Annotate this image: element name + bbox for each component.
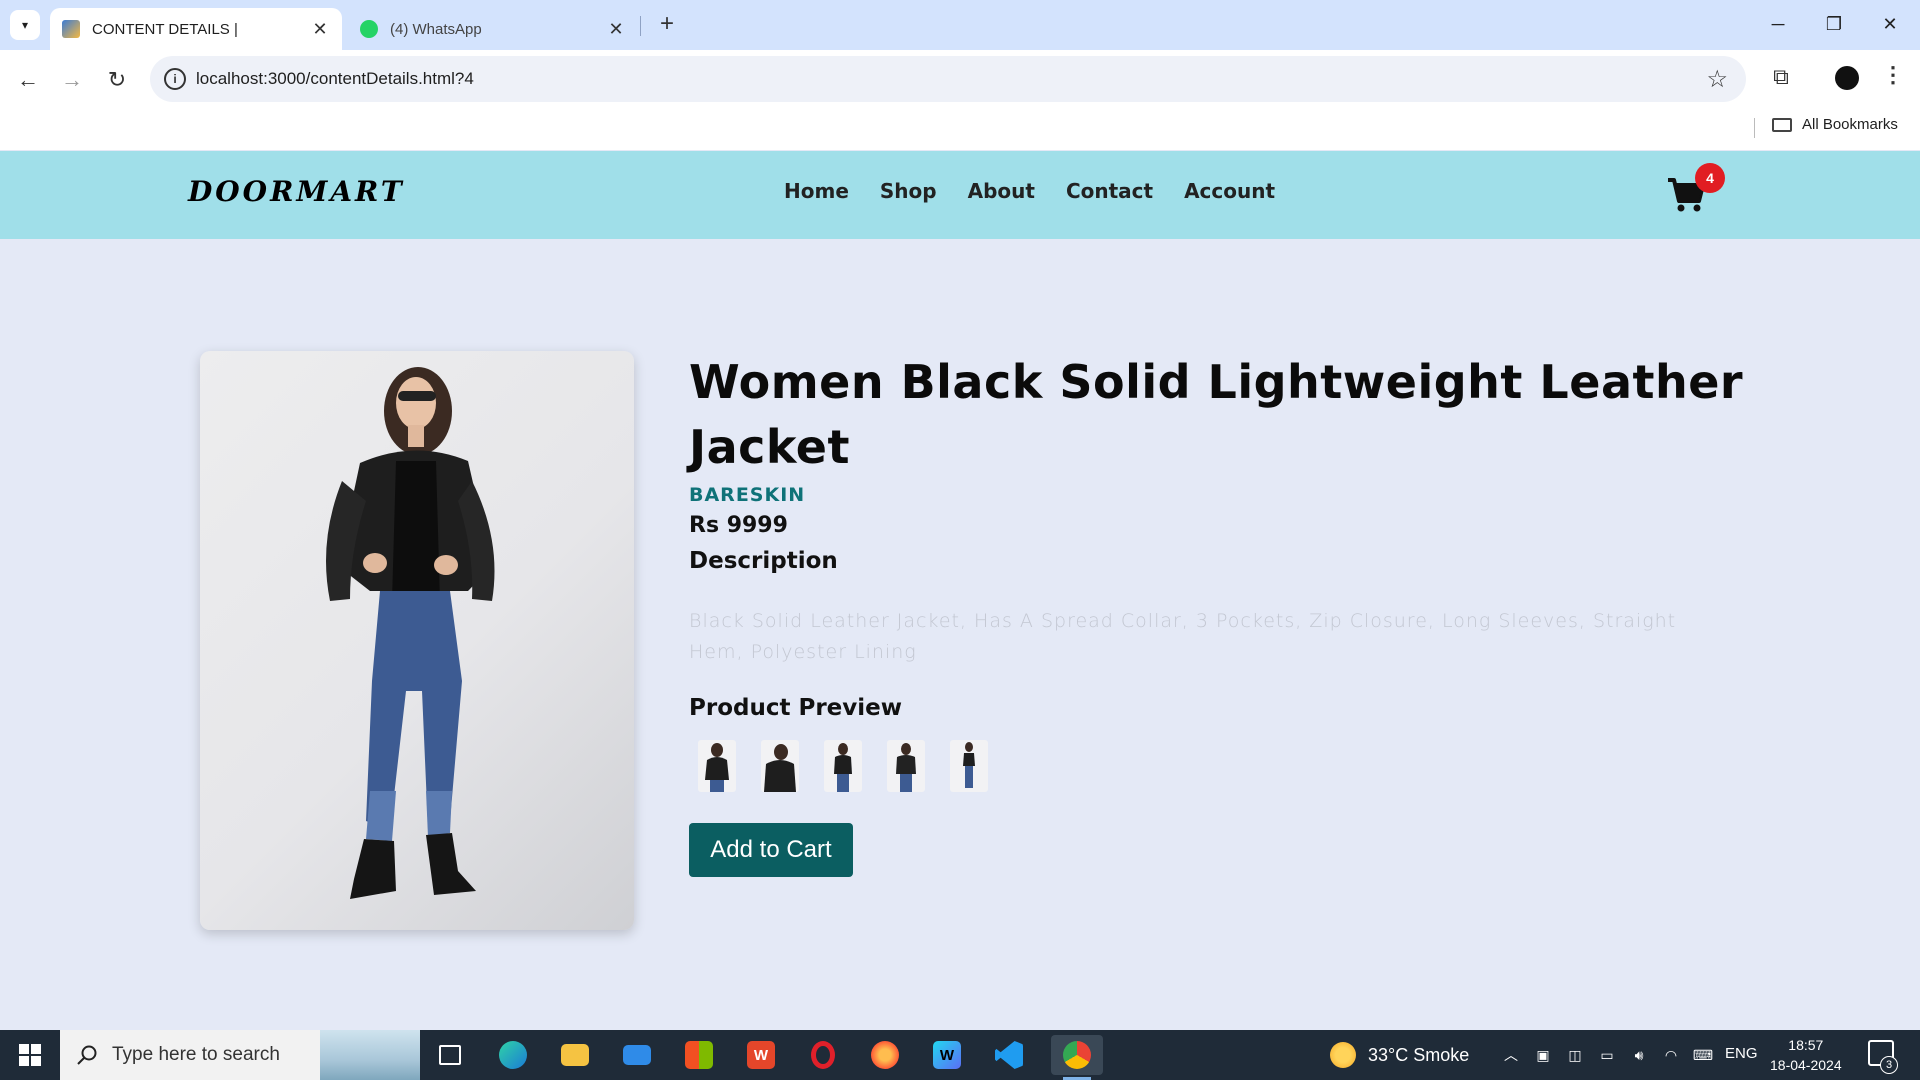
search-highlight-image xyxy=(320,1030,420,1080)
close-window-button[interactable]: ✕ xyxy=(1862,8,1918,40)
product-price: Rs 9999 xyxy=(689,513,788,538)
edge-icon[interactable] xyxy=(493,1035,533,1075)
forward-button[interactable]: → xyxy=(56,64,88,96)
search-icon xyxy=(77,1045,97,1065)
search-placeholder: Type here to search xyxy=(112,1044,280,1065)
product-title: Women Black Solid Lightweight Leather Ja… xyxy=(689,355,1744,474)
site-favicon-icon xyxy=(62,20,80,38)
product-description: Black Solid Leather Jacket, Has A Spread… xyxy=(689,610,1677,663)
back-button[interactable]: ← xyxy=(12,64,44,96)
site-info-icon[interactable]: i xyxy=(164,68,186,90)
all-bookmarks-label: All Bookmarks xyxy=(1802,116,1898,133)
tab-divider xyxy=(640,16,641,36)
address-bar[interactable]: i localhost:3000/contentDetails.html?4 ☆ xyxy=(150,56,1746,102)
browser-tabstrip: ▾ CONTENT DETAILS | ✕ (4) WhatsApp ✕ + ─… xyxy=(0,0,1920,50)
preview-thumbnail[interactable] xyxy=(824,740,862,792)
tab-title: CONTENT DETAILS | xyxy=(92,20,238,38)
browser-menu-icon[interactable]: ⋮ xyxy=(1882,62,1904,92)
opera-icon[interactable] xyxy=(803,1035,843,1075)
taskbar-clock[interactable]: 18:57 18-04-2024 xyxy=(1770,1035,1842,1075)
mail-icon[interactable] xyxy=(617,1035,657,1075)
product-main-image xyxy=(200,351,634,930)
clock-time: 18:57 xyxy=(1788,1037,1824,1053)
url-text[interactable]: localhost:3000/contentDetails.html?4 xyxy=(196,69,474,89)
network-adapter-icon[interactable]: ▣ xyxy=(1534,1046,1552,1064)
bookmarks-divider xyxy=(1754,118,1755,138)
wifi-icon[interactable]: ◠ xyxy=(1662,1046,1680,1064)
tab-title: (4) WhatsApp xyxy=(390,20,482,38)
preview-thumbnails xyxy=(698,740,988,792)
preview-thumbnail[interactable] xyxy=(761,740,799,792)
windows-logo-icon xyxy=(19,1044,41,1066)
site-logo[interactable]: DOORMART xyxy=(188,175,405,208)
cart-count-badge: 4 xyxy=(1695,163,1725,193)
nav-contact[interactable]: Contact xyxy=(1066,179,1153,203)
preview-thumbnail[interactable] xyxy=(698,740,736,792)
webstorm-icon[interactable]: W xyxy=(927,1035,967,1075)
close-icon[interactable]: ✕ xyxy=(310,19,330,40)
product-preview-heading: Product Preview xyxy=(689,695,902,721)
file-explorer-icon[interactable] xyxy=(555,1035,595,1075)
weather-widget[interactable]: 33°C Smoke xyxy=(1330,1030,1469,1080)
battery-icon[interactable]: ▭ xyxy=(1598,1046,1616,1064)
notification-count-badge: 3 xyxy=(1880,1056,1898,1074)
clock-date: 18-04-2024 xyxy=(1770,1057,1842,1073)
site-header: DOORMART Home Shop About Contact Account… xyxy=(0,151,1920,239)
tab-search-button[interactable]: ▾ xyxy=(10,10,40,40)
start-button[interactable] xyxy=(0,1030,60,1080)
browser-toolbar: ← → ↻ i localhost:3000/contentDetails.ht… xyxy=(0,50,1920,108)
bookmarks-bar: All Bookmarks xyxy=(0,108,1920,150)
close-icon[interactable]: ✕ xyxy=(606,19,626,40)
all-bookmarks-button[interactable]: All Bookmarks xyxy=(1772,116,1898,133)
extensions-icon[interactable]: ⧉ xyxy=(1766,64,1796,94)
language-indicator[interactable]: ENG xyxy=(1725,1045,1758,1062)
nav-about[interactable]: About xyxy=(968,179,1035,203)
keyboard-icon[interactable]: ⌨ xyxy=(1693,1046,1713,1064)
windows-taskbar: Type here to search W W 33°C Smoke ︿ ▣ ◫… xyxy=(0,1030,1920,1080)
restore-button[interactable]: ❐ xyxy=(1806,8,1862,40)
chevron-up-icon[interactable]: ︿ xyxy=(1502,1046,1520,1064)
model-in-jacket-illustration xyxy=(326,367,495,899)
chrome-icon[interactable] xyxy=(1051,1035,1103,1080)
tab-whatsapp[interactable]: (4) WhatsApp ✕ xyxy=(348,8,638,50)
weather-sun-icon xyxy=(1330,1042,1356,1068)
meet-now-icon[interactable]: ◫ xyxy=(1566,1046,1584,1064)
firefox-icon[interactable] xyxy=(865,1035,905,1075)
add-to-cart-button[interactable]: Add to Cart xyxy=(689,823,853,877)
bookmark-star-icon[interactable]: ☆ xyxy=(1706,65,1728,94)
weather-text: 33°C Smoke xyxy=(1368,1044,1470,1065)
vscode-icon[interactable] xyxy=(989,1035,1029,1075)
minimize-button[interactable]: ─ xyxy=(1750,8,1806,40)
store-icon[interactable] xyxy=(679,1035,719,1075)
product-brand: BARESKIN xyxy=(689,484,806,506)
preview-thumbnail[interactable] xyxy=(887,740,925,792)
tab-content-details[interactable]: CONTENT DETAILS | ✕ xyxy=(50,8,342,50)
new-tab-button[interactable]: + xyxy=(652,10,682,40)
nav-shop[interactable]: Shop xyxy=(880,179,937,203)
main-nav: Home Shop About Contact Account xyxy=(784,179,1275,203)
reload-button[interactable]: ↻ xyxy=(101,64,133,96)
profile-avatar[interactable] xyxy=(1835,66,1859,90)
folder-icon xyxy=(1772,117,1792,132)
task-view-icon[interactable] xyxy=(430,1035,470,1075)
nav-home[interactable]: Home xyxy=(784,179,849,203)
whatsapp-icon xyxy=(360,20,378,38)
system-tray: ︿ ▣ ◫ ▭ 🔊︎ ◠ ⌨ xyxy=(1502,1030,1713,1080)
wps-office-icon[interactable]: W xyxy=(741,1035,781,1075)
volume-icon[interactable]: 🔊︎ xyxy=(1630,1046,1648,1064)
nav-account[interactable]: Account xyxy=(1184,179,1275,203)
preview-thumbnail[interactable] xyxy=(950,740,988,792)
description-heading: Description xyxy=(689,548,838,574)
taskbar-search-box[interactable]: Type here to search xyxy=(60,1030,420,1080)
